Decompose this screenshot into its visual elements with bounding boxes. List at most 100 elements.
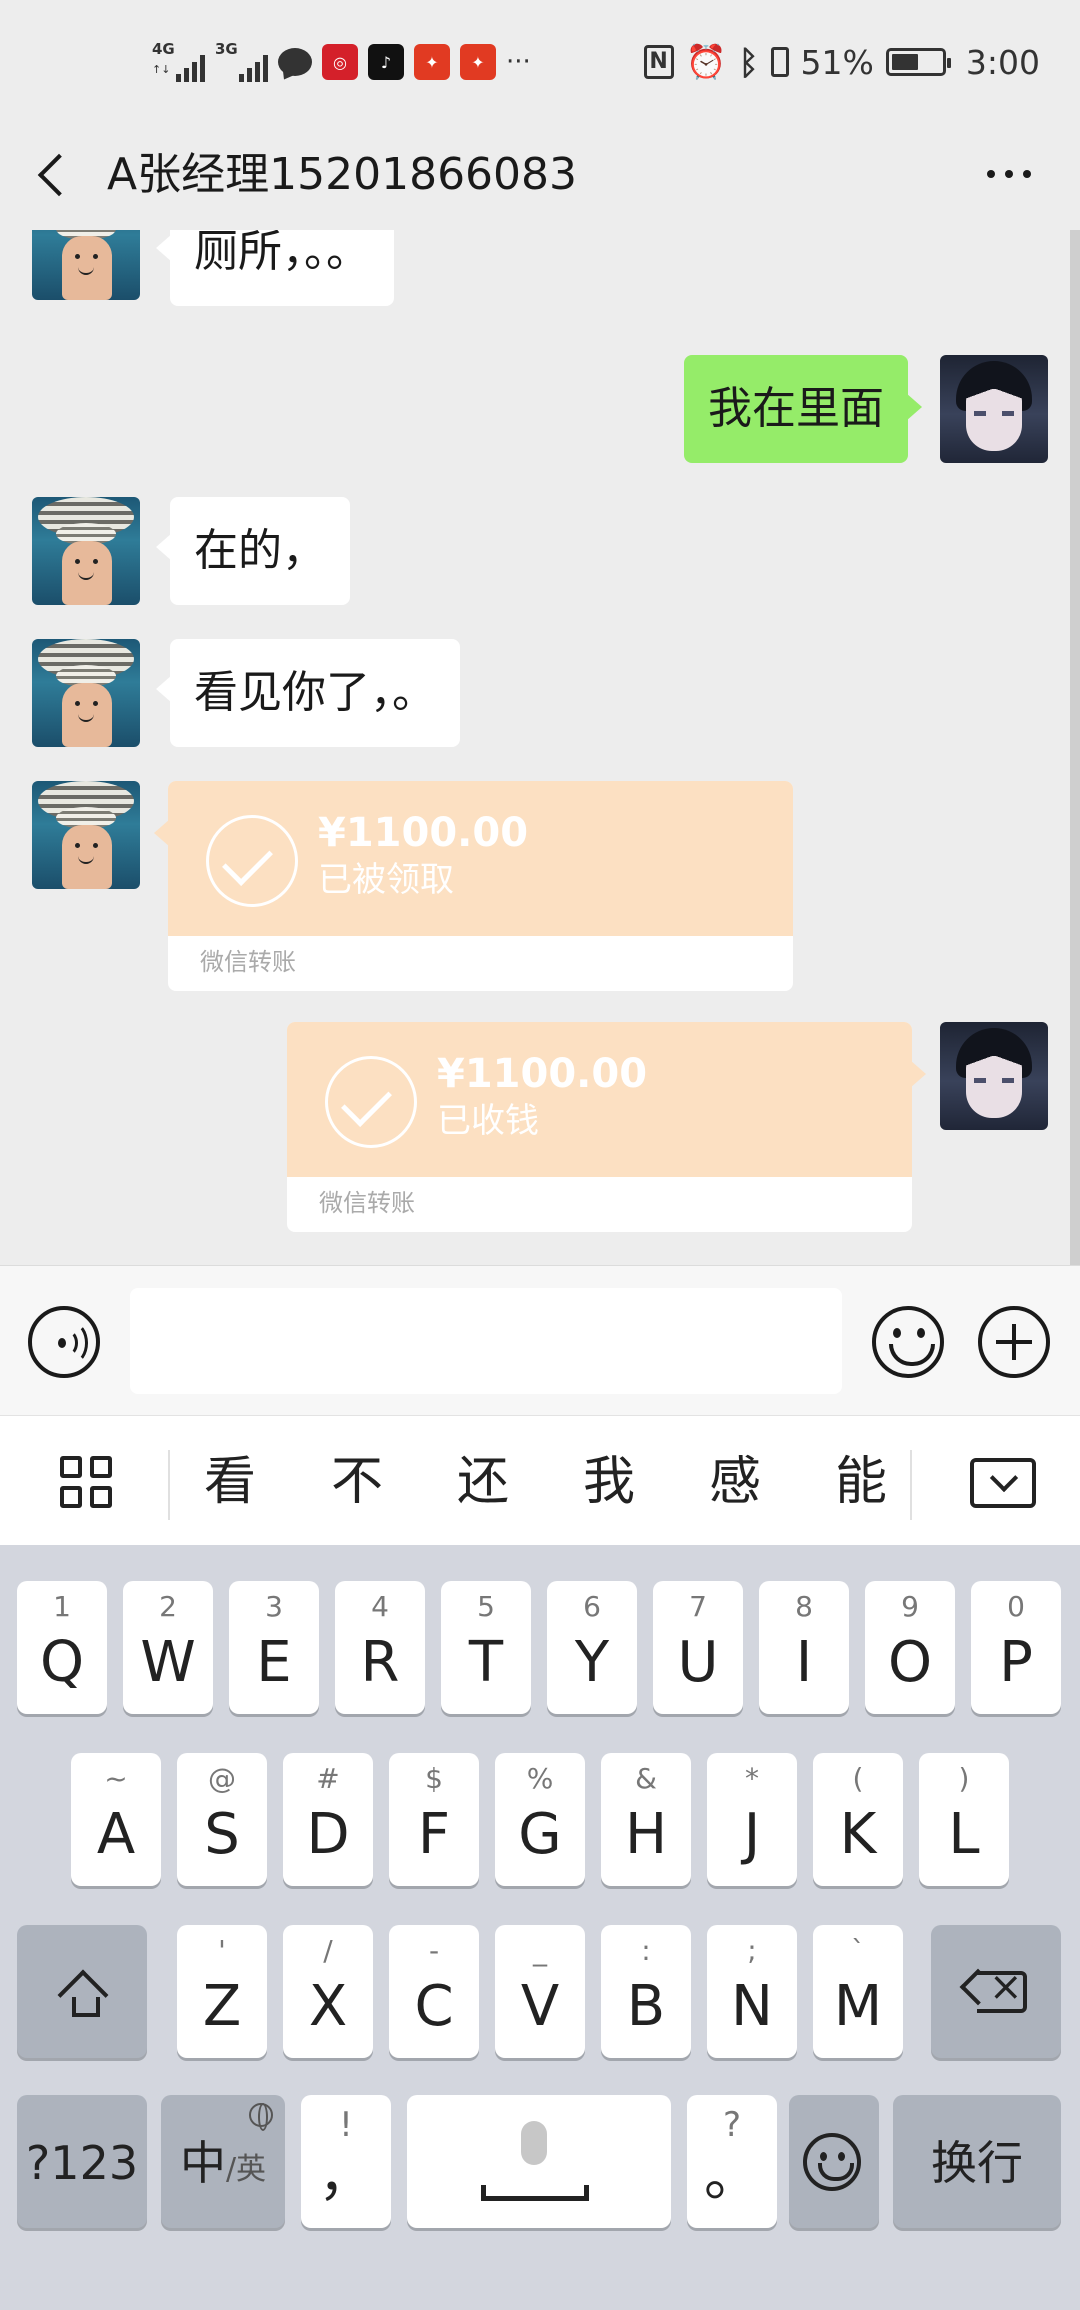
battery-percent: 51% (800, 42, 874, 82)
vibrate-icon (770, 47, 789, 77)
comma-key[interactable]: !， (301, 2095, 391, 2228)
key-e[interactable]: 3E (229, 1581, 319, 1714)
candidate-word[interactable]: 不 (317, 1442, 397, 1522)
contact-avatar[interactable] (32, 781, 140, 889)
key-v[interactable]: _ V (495, 1925, 585, 2058)
candidate-word[interactable]: 还 (443, 1442, 523, 1522)
network-4g-indicator: 4G ↑↓ (152, 42, 205, 82)
key-r[interactable]: 4R (335, 1581, 425, 1714)
enter-key[interactable]: 换行 (893, 2095, 1061, 2228)
key-x[interactable]: / X (283, 1925, 373, 2058)
message-input[interactable] (130, 1288, 842, 1394)
backspace-key[interactable] (931, 1925, 1061, 2058)
key-f[interactable]: $ F (389, 1753, 479, 1886)
globe-icon (249, 2103, 273, 2131)
space-key[interactable] (407, 2095, 671, 2228)
message-notification-icon (278, 48, 312, 76)
ime-menu-grid-icon[interactable] (60, 1456, 118, 1514)
bluetooth-icon: ᛒ (738, 42, 759, 82)
red-app-icon: ✦ (414, 44, 450, 80)
network-3g-label: 3G (215, 40, 238, 58)
key-u[interactable]: 7U (653, 1581, 743, 1714)
self-avatar[interactable] (940, 1022, 1048, 1130)
microphone-icon (521, 2121, 547, 2165)
language-switch-key[interactable]: 中/英 (161, 2095, 285, 2228)
chat-header: A张经理15201866083 (0, 120, 1080, 230)
emoji-key[interactable] (789, 2095, 879, 2228)
plus-icon[interactable] (978, 1306, 1050, 1378)
chat-input-bar (0, 1265, 1080, 1415)
self-avatar[interactable] (940, 355, 1048, 463)
candidate-word[interactable]: 看 (190, 1442, 270, 1522)
space-icon (481, 2185, 589, 2201)
transfer-amount: ¥1100.00 (437, 1051, 648, 1097)
transfer-status: 已收钱 (437, 1101, 539, 1141)
ime-candidate-bar: 看 不 还 我 感 能 (0, 1415, 1080, 1545)
keyboard: 1Q 2W 3E 4R 5T 6Y 7U 8I 9O 0P ~ A @ S # D $… (0, 1545, 1080, 2310)
candidate-word[interactable]: 感 (695, 1442, 775, 1522)
shift-key[interactable] (17, 1925, 147, 2058)
back-arrow-icon[interactable] (30, 142, 90, 208)
key-n[interactable]: ; N (707, 1925, 797, 2058)
symbols-key[interactable]: ?123 (17, 2095, 147, 2228)
key-d[interactable]: # D (283, 1753, 373, 1886)
bank-app-icon: ◎ (322, 44, 358, 80)
candidate-word[interactable]: 我 (569, 1442, 649, 1522)
key-b[interactable]: :B (601, 1925, 691, 2058)
key-z[interactable]: ' Z (177, 1925, 267, 2058)
key-w[interactable]: 2W (123, 1581, 213, 1714)
contact-avatar[interactable] (32, 639, 140, 747)
alarm-icon: ⏰ (685, 42, 727, 81)
backspace-icon (959, 1963, 1027, 2013)
transfer-amount: ¥1100.00 (318, 810, 529, 856)
chat-message-list[interactable]: 厕所，。。 我在里面 在的， 看见你了，。 ¥1100.00 已被领取 微信转账… (0, 230, 1080, 1265)
key-k[interactable]: (K (813, 1753, 903, 1886)
shift-icon (59, 1967, 105, 2017)
candidate-word[interactable]: 能 (821, 1442, 901, 1522)
key-c[interactable]: -C (389, 1925, 479, 2058)
status-bar-right: N ⏰ ᛒ 51% 3:00 (643, 38, 1040, 86)
signal-bars-icon (176, 55, 205, 82)
key-a[interactable]: ~ A (71, 1753, 161, 1886)
period-key[interactable]: ?。 (687, 2095, 777, 2228)
key-m[interactable]: ` M (813, 1925, 903, 2058)
transfer-card-self[interactable]: ¥1100.00 已收钱 微信转账 (287, 1022, 926, 1232)
key-t[interactable]: 5T (441, 1581, 531, 1714)
key-q[interactable]: 1Q (17, 1581, 107, 1714)
scrollbar[interactable] (1070, 230, 1080, 1265)
network-4g-label: 4G (152, 40, 175, 58)
transfer-status: 已被领取 (318, 860, 454, 900)
hide-keyboard-icon[interactable] (970, 1458, 1036, 1508)
tiktok-icon: ♪ (368, 44, 404, 80)
transfer-footer: 微信转账 (200, 948, 296, 976)
smiley-icon (803, 2133, 861, 2191)
key-l[interactable]: ) L (919, 1753, 1009, 1886)
transfer-card[interactable]: ¥1100.00 已被领取 微信转账 (154, 781, 793, 991)
message-bubble[interactable]: 厕所，。。 (156, 230, 394, 306)
message-bubble-self[interactable]: 我在里面 (684, 355, 922, 463)
message-bubble[interactable]: 在的， (156, 497, 350, 605)
key-o[interactable]: 9O (865, 1581, 955, 1714)
key-i[interactable]: 8I (759, 1581, 849, 1714)
key-p[interactable]: 0P (971, 1581, 1061, 1714)
contact-avatar[interactable] (32, 497, 140, 605)
status-bar-left: 4G ↑↓ 3G ◎ ♪ ✦ ✦ ··· (152, 38, 531, 86)
voice-input-icon[interactable] (28, 1306, 100, 1378)
more-options-icon[interactable] (974, 144, 1044, 204)
signal-bars-icon-2 (239, 55, 268, 82)
network-3g-indicator: 3G (215, 42, 268, 82)
transfer-footer: 微信转账 (319, 1189, 415, 1217)
nfc-icon: N (643, 45, 674, 79)
battery-icon (885, 48, 951, 76)
key-g[interactable]: % G (495, 1753, 585, 1886)
chat-title: A张经理15201866083 (107, 149, 578, 200)
key-j[interactable]: * J (707, 1753, 797, 1886)
more-notifications-icon: ··· (506, 47, 531, 77)
emoji-icon[interactable] (872, 1306, 944, 1378)
key-y[interactable]: 6Y (547, 1581, 637, 1714)
key-h[interactable]: & H (601, 1753, 691, 1886)
contact-avatar[interactable] (32, 230, 140, 300)
status-bar: 4G ↑↓ 3G ◎ ♪ ✦ ✦ ··· N ⏰ ᛒ 51% 3:00 (0, 0, 1080, 120)
key-s[interactable]: @ S (177, 1753, 267, 1886)
message-bubble[interactable]: 看见你了，。 (156, 639, 460, 747)
